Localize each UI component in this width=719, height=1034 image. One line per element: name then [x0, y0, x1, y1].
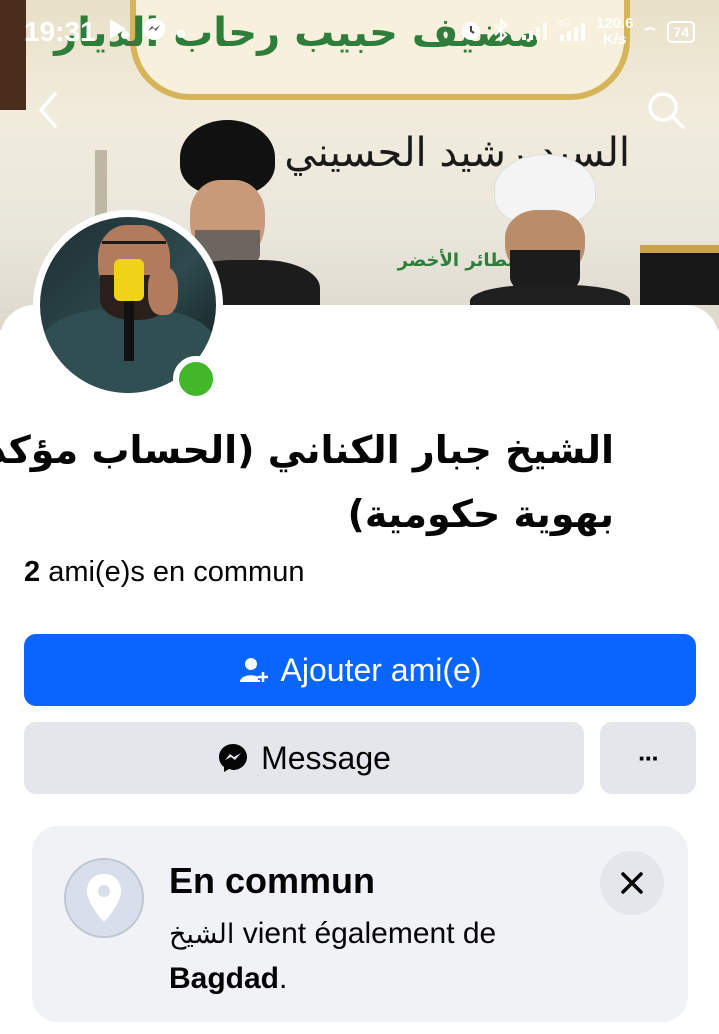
- close-card-button[interactable]: [600, 851, 664, 915]
- in-common-description: الشيخ vient également de Bagdad.: [169, 912, 589, 1001]
- status-bar: 19:31 4G 120.6 K/s 74: [0, 0, 719, 64]
- messenger-notification-icon: [142, 17, 166, 47]
- search-button[interactable]: [642, 86, 690, 134]
- wifi-icon: [643, 20, 657, 45]
- add-friend-icon: [239, 655, 269, 685]
- close-icon: [621, 872, 643, 894]
- svg-text:4G: 4G: [558, 18, 570, 28]
- more-options-button[interactable]: ···: [600, 722, 696, 794]
- in-common-text: vient également de: [242, 917, 497, 950]
- cover-minaret: [95, 150, 107, 220]
- signal-4g-icon: 4G: [558, 17, 586, 48]
- profile-name-line1: الشيخ جبار الكناني (الحساب مؤكد: [0, 428, 614, 472]
- mutual-friends[interactable]: 2 ami(e)s en commun: [24, 556, 304, 589]
- cover-person-right: [470, 155, 630, 325]
- mutual-friends-label: ami(e)s en commun: [48, 556, 305, 588]
- in-common-person: الشيخ: [169, 919, 235, 950]
- in-common-title: En commun: [169, 860, 376, 901]
- message-label: Message: [261, 739, 391, 776]
- dot-indicator-icon: [176, 19, 186, 45]
- more-options-icon: ···: [638, 742, 660, 773]
- search-icon: [648, 92, 685, 129]
- mutual-friends-count: 2: [24, 556, 41, 588]
- music-play-icon: [106, 16, 132, 48]
- network-speed-unit: K/s: [602, 31, 627, 48]
- in-common-city: Bagdad: [169, 962, 280, 995]
- profile-name-line2: بهوية حكومية): [347, 492, 614, 536]
- battery-indicator: 74: [667, 21, 695, 43]
- message-button[interactable]: Message: [24, 722, 584, 794]
- profile-name: الشيخ جبار الكناني (الحساب مؤكد بهوية حك…: [0, 418, 614, 546]
- in-common-period: .: [279, 962, 288, 995]
- signal-icon: [520, 19, 548, 46]
- chevron-left-icon: [39, 92, 57, 128]
- in-common-card: En commun الشيخ vient également de Bagda…: [32, 826, 688, 1022]
- cover-kaaba: [640, 245, 719, 305]
- add-friend-button[interactable]: Ajouter ami(e): [24, 634, 696, 706]
- status-time: 19:31: [24, 16, 96, 47]
- add-friend-label: Ajouter ami(e): [280, 651, 482, 688]
- network-speed: 120.6 K/s: [596, 16, 634, 48]
- network-speed-value: 120.6: [595, 15, 634, 32]
- alarm-icon: [460, 19, 482, 46]
- online-status-indicator: [173, 356, 219, 402]
- back-button[interactable]: [24, 86, 72, 134]
- location-pin-icon: [64, 858, 144, 938]
- messenger-icon: [217, 742, 249, 774]
- bluetooth-icon: [492, 16, 510, 47]
